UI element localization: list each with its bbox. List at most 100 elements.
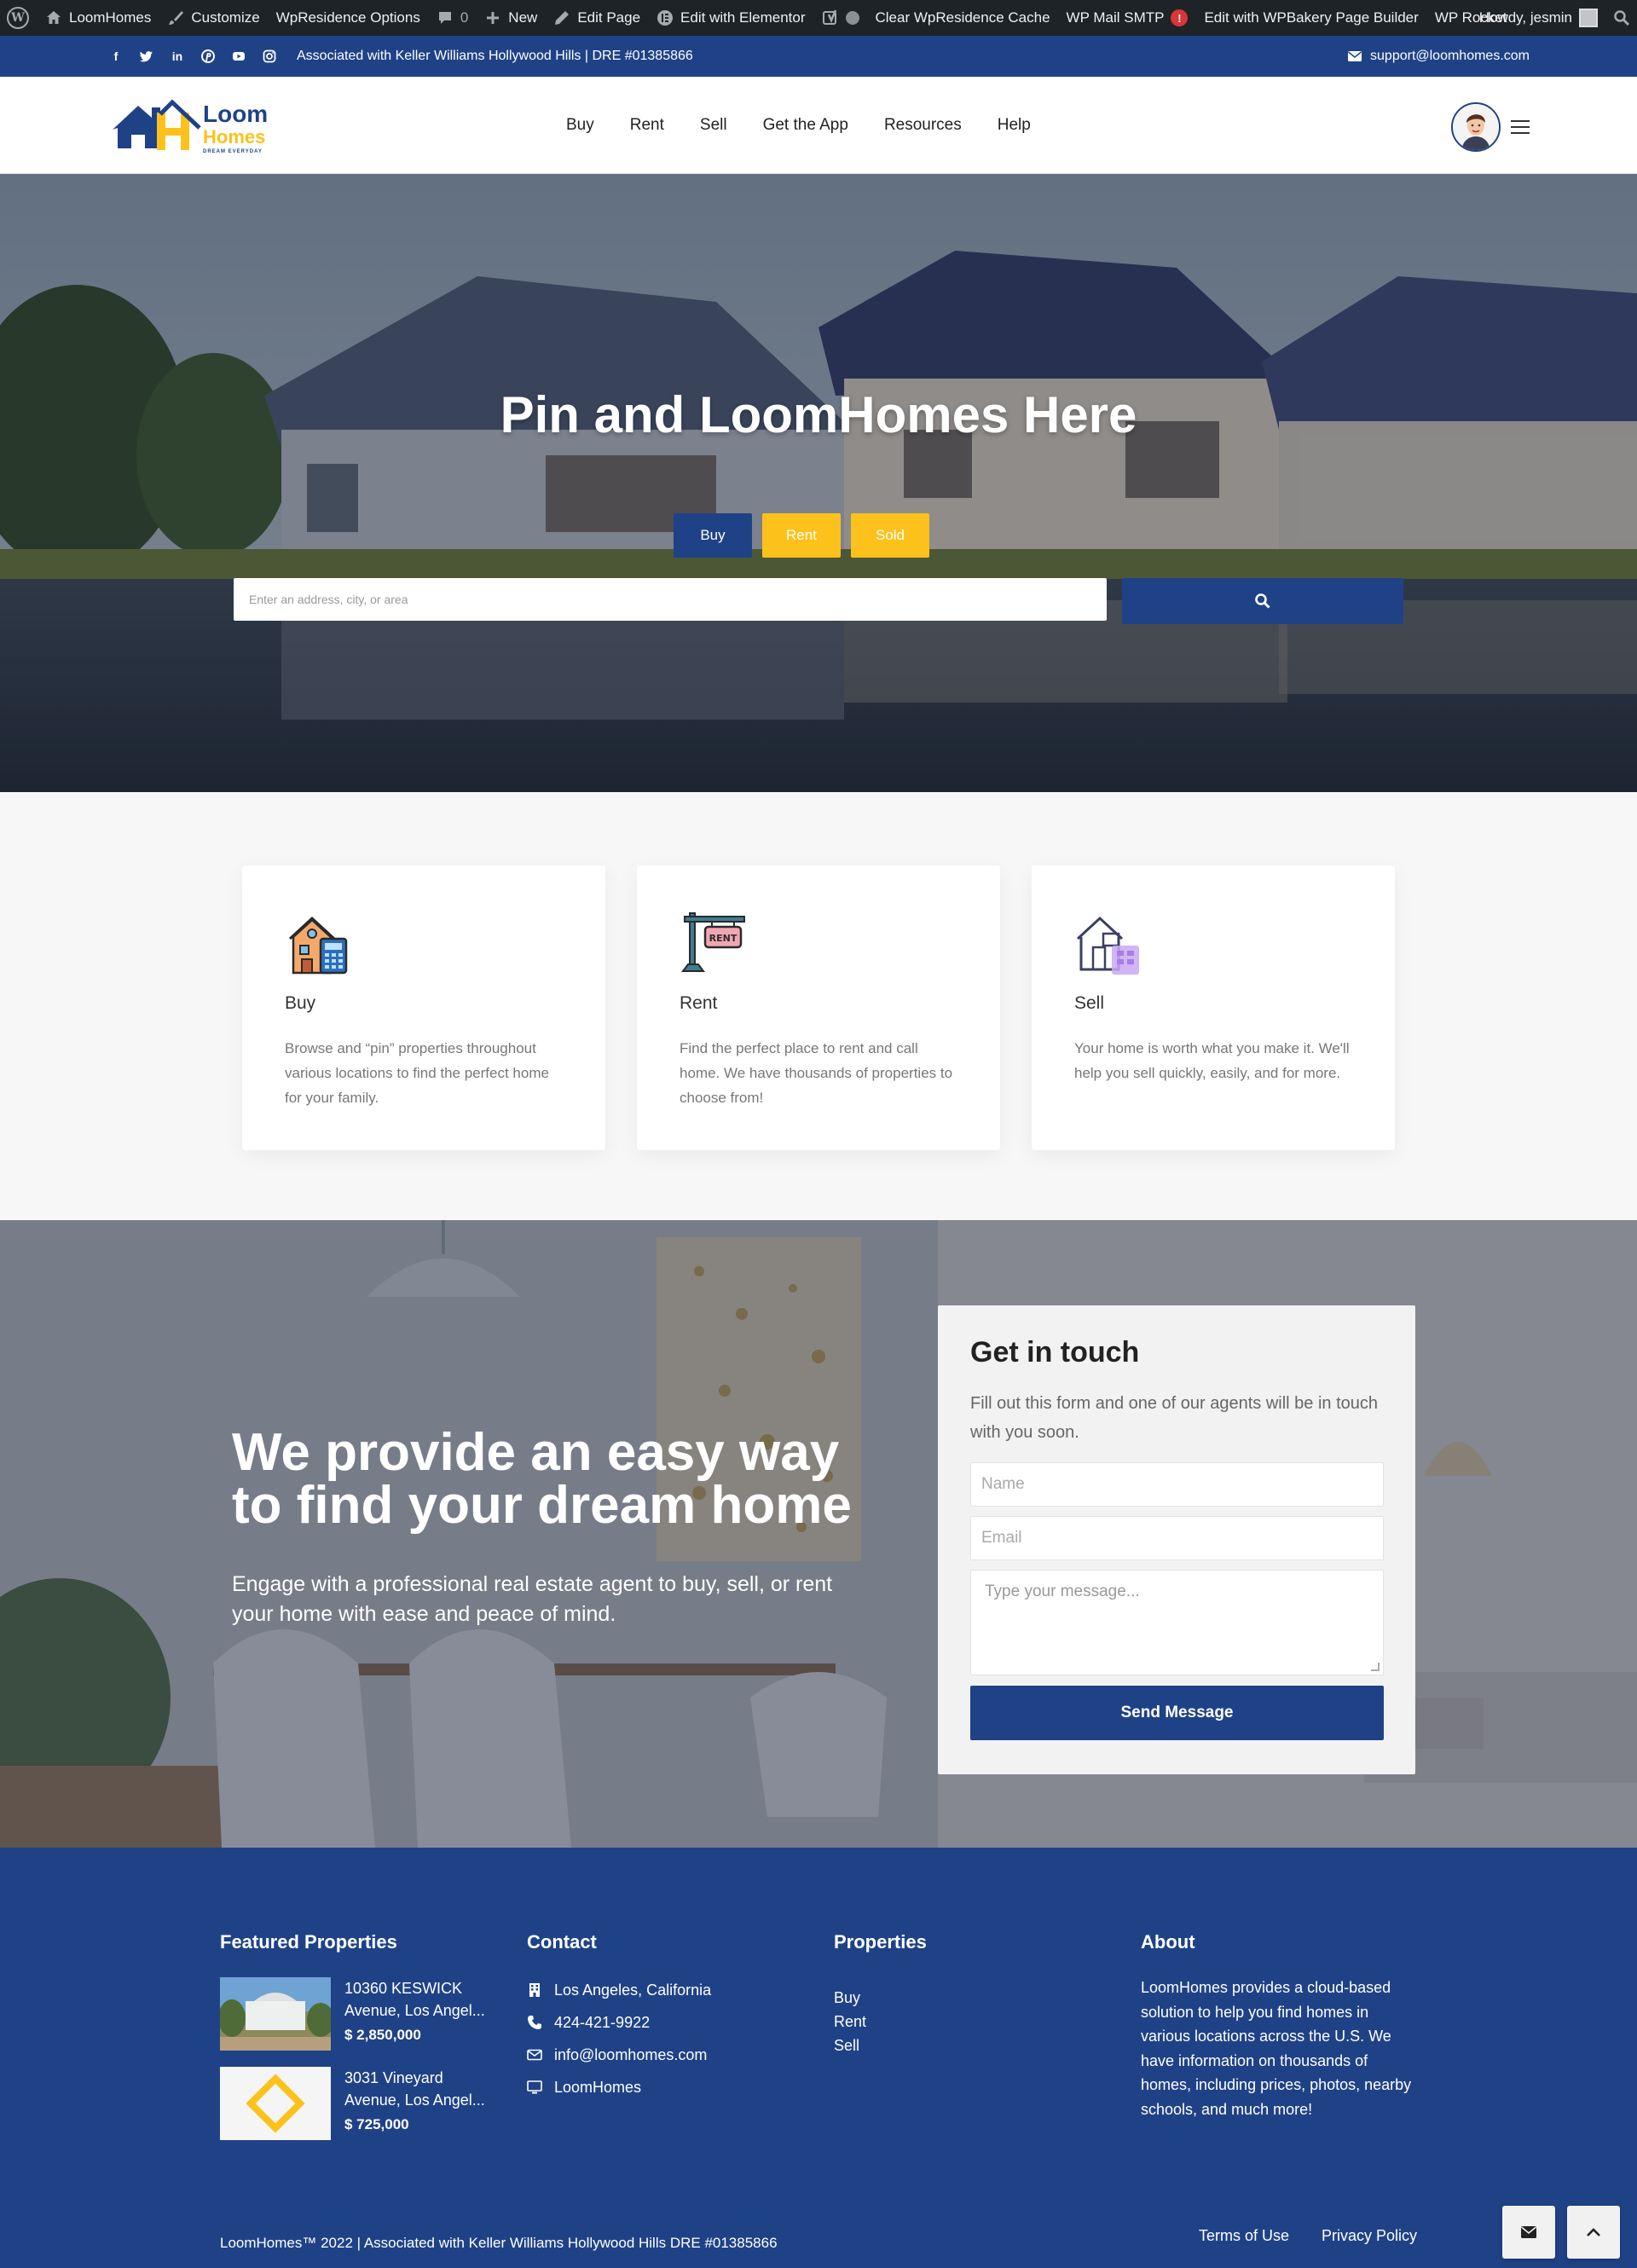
contact-website-text: LoomHomes <box>554 2078 642 2096</box>
footer-link-buy[interactable]: Buy <box>834 1986 866 2010</box>
logo-line2: Homes <box>203 126 266 148</box>
featured-property-1[interactable]: 10360 KESWICK Avenue, Los Angel... $ 2,8… <box>220 1977 493 2052</box>
property-1-thumbnail[interactable] <box>220 1977 331 2051</box>
nav-buy[interactable]: Buy <box>566 116 594 135</box>
twitter-icon[interactable] <box>140 49 153 63</box>
site-name: LoomHomes <box>69 9 152 26</box>
search-button[interactable] <box>1122 578 1403 624</box>
resize-handle-icon[interactable] <box>1371 1663 1380 1671</box>
send-message-button[interactable]: Send Message <box>970 1686 1384 1740</box>
main-nav: Buy Rent Sell Get the App Resources Help <box>566 77 1067 174</box>
contact-phone[interactable]: 424-421-9922 <box>527 2006 711 2039</box>
wp-mail-smtp-label: WP Mail SMTP <box>1066 9 1165 26</box>
wordpress-icon: W <box>7 7 29 29</box>
feature-desc-buy: Browse and “pin” properties throughout v… <box>285 1040 549 1106</box>
features-section: Buy Browse and “pin” properties througho… <box>0 792 1637 1220</box>
feature-card-buy[interactable]: Buy Browse and “pin” properties througho… <box>242 865 605 1150</box>
search-icon[interactable] <box>1613 9 1630 26</box>
comments-link[interactable]: 0 <box>437 9 468 26</box>
hero-overlay <box>0 174 1637 792</box>
svg-text:RENT: RENT <box>709 933 738 944</box>
support-email-link[interactable]: support@loomhomes.com <box>1348 36 1530 77</box>
feature-title-sell: Sell <box>1074 993 1105 1013</box>
property-2-address[interactable]: 3031 Vineyard Avenue, Los Angel... <box>344 2067 498 2111</box>
contact-heading: We provide an easy way to find your drea… <box>232 1423 852 1535</box>
comment-icon <box>438 12 451 24</box>
name-field[interactable]: Name <box>970 1462 1384 1507</box>
tab-rent[interactable]: Rent <box>762 513 841 558</box>
contact-email-text: info@loomhomes.com <box>554 2045 708 2063</box>
feature-card-sell[interactable]: Sell Your home is worth what you make it… <box>1032 865 1395 1150</box>
building-icon <box>529 1983 540 1997</box>
customize-link[interactable]: Customize <box>167 9 260 26</box>
edit-page-link[interactable]: Edit Page <box>553 9 640 26</box>
youtube-icon[interactable] <box>232 49 246 63</box>
nav-help[interactable]: Help <box>998 116 1031 135</box>
contact-section: We provide an easy way to find your drea… <box>0 1220 1637 1848</box>
footer-link-rent[interactable]: Rent <box>834 2010 866 2034</box>
contact-title: Contact <box>527 1931 597 1953</box>
contact-subheading: Engage with a professional real estate a… <box>232 1572 833 1626</box>
contact-email[interactable]: info@loomhomes.com <box>527 2039 711 2071</box>
envelope-icon <box>1348 51 1362 61</box>
wpresidence-options-link[interactable]: WpResidence Options <box>276 9 420 26</box>
property-1-price: $ 2,850,000 <box>344 2027 421 2043</box>
nav-resources[interactable]: Resources <box>884 116 962 135</box>
chevron-up-icon <box>1587 2228 1600 2236</box>
feature-card-rent[interactable]: RENT Rent Find the perfect place to rent… <box>637 865 1000 1150</box>
property-1-address[interactable]: 10360 KESWICK Avenue, Los Angel... <box>344 1977 498 2022</box>
contact-website[interactable]: LoomHomes <box>527 2071 711 2103</box>
rent-sign-icon: RENT <box>681 912 745 972</box>
smtp-alert-badge: ! <box>1171 9 1189 26</box>
user-menu[interactable] <box>1451 102 1530 152</box>
nav-sell[interactable]: Sell <box>700 116 727 135</box>
site-header: Loom Homes DREAM EVERYDAY Buy Rent Sell … <box>0 77 1637 174</box>
address-search-input[interactable]: Enter an address, city, or area <box>234 578 1107 621</box>
site-name-menu[interactable]: LoomHomes <box>45 9 151 26</box>
site-logo[interactable]: Loom Homes DREAM EVERYDAY <box>109 99 280 155</box>
nav-get-the-app[interactable]: Get the App <box>763 116 848 135</box>
envelope-icon <box>1521 2226 1536 2238</box>
user-avatar[interactable] <box>1451 102 1501 152</box>
logo-wordmark: Loom Homes DREAM EVERYDAY <box>203 101 269 155</box>
hamburger-menu-icon[interactable] <box>1511 120 1530 134</box>
edit-wpbakery-label: Edit with WPBakery Page Builder <box>1204 9 1419 26</box>
new-content-link[interactable]: New <box>484 9 537 26</box>
yoast-menu[interactable] <box>822 9 859 26</box>
about-text: LoomHomes provides a cloud-based solutio… <box>1141 1979 1412 2118</box>
hero-title: Pin and LoomHomes Here <box>500 386 1137 443</box>
search-type-tabs: Buy Rent Sold <box>674 513 929 558</box>
wp-mail-smtp-link[interactable]: WP Mail SMTP ! <box>1067 9 1189 26</box>
back-to-top-button[interactable] <box>1567 2206 1620 2259</box>
form-description: Fill out this form and one of our agents… <box>970 1394 1379 1442</box>
pinterest-icon[interactable] <box>201 49 215 63</box>
my-account-menu[interactable]: Howdy, jesmin <box>1479 9 1598 27</box>
nav-rent[interactable]: Rent <box>630 116 664 135</box>
footer-link-sell[interactable]: Sell <box>834 2034 866 2057</box>
edit-elementor-label: Edit with Elementor <box>680 9 806 26</box>
featured-property-2[interactable]: 3031 Vineyard Avenue, Los Angel... $ 725… <box>220 2067 493 2142</box>
tab-sold[interactable]: Sold <box>851 513 929 558</box>
customize-label: Customize <box>191 9 260 26</box>
instagram-icon[interactable] <box>263 49 276 63</box>
sell-house-icon <box>1076 916 1139 975</box>
privacy-policy-link[interactable]: Privacy Policy <box>1322 2227 1417 2245</box>
support-email: support@loomhomes.com <box>1370 49 1530 63</box>
terms-of-use-link[interactable]: Terms of Use <box>1199 2227 1289 2245</box>
contact-float-button[interactable] <box>1502 2206 1555 2259</box>
brush-icon <box>169 11 184 25</box>
tab-buy[interactable]: Buy <box>674 513 752 558</box>
hero-section: Pin and LoomHomes Here Buy Rent Sold Ent… <box>0 174 1637 792</box>
facebook-icon[interactable]: f <box>109 49 123 63</box>
association-text: Associated with Keller Williams Hollywoo… <box>297 49 693 63</box>
clear-cache-link[interactable]: Clear WpResidence Cache <box>876 9 1050 26</box>
phone-icon <box>528 2016 541 2029</box>
wp-logo-menu[interactable]: W <box>7 7 29 29</box>
message-field[interactable]: Type your message... <box>970 1570 1384 1675</box>
edit-elementor-link[interactable]: Edit with Elementor <box>657 9 806 26</box>
logo-line1: Loom <box>203 101 269 127</box>
email-field[interactable]: Email <box>970 1516 1384 1560</box>
property-2-thumbnail[interactable] <box>220 2067 331 2140</box>
edit-wpbakery-link[interactable]: Edit with WPBakery Page Builder <box>1204 9 1418 26</box>
linkedin-icon[interactable]: in <box>171 49 184 63</box>
